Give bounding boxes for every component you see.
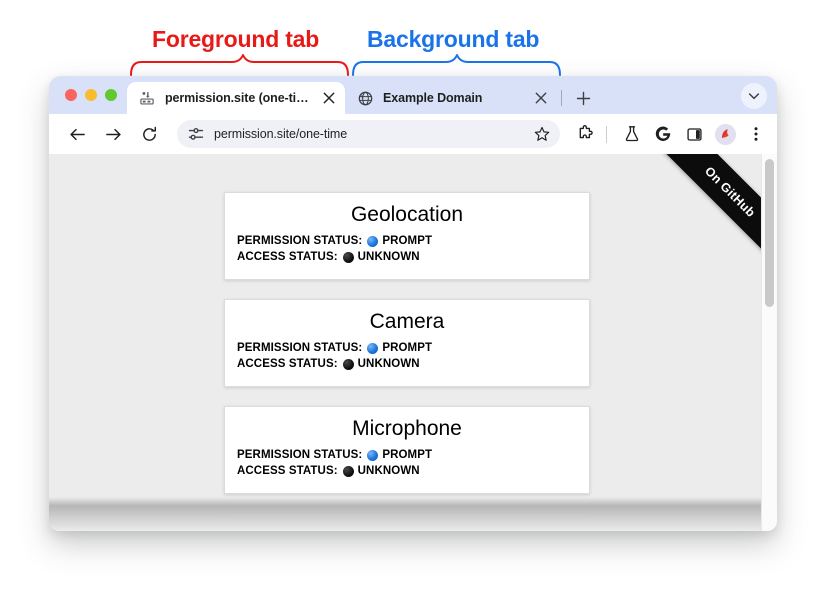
forward-button[interactable] bbox=[99, 120, 127, 148]
tab-title: Example Domain bbox=[383, 91, 483, 105]
minimize-window-button[interactable] bbox=[85, 89, 97, 101]
puzzle-icon[interactable] bbox=[573, 121, 599, 147]
avatar bbox=[714, 123, 736, 145]
access-status-row: ACCESS STATUS: UNKNOWN bbox=[225, 358, 589, 370]
permission-status-label: PERMISSION STATUS: bbox=[237, 235, 363, 247]
browser-toolbar: permission.site/one-time bbox=[49, 114, 777, 154]
tab-search-button[interactable] bbox=[741, 83, 767, 109]
three-dot-menu-icon[interactable] bbox=[743, 121, 769, 147]
tab-title: permission.site (one-time) bbox=[165, 91, 315, 105]
maximize-window-button[interactable] bbox=[105, 89, 117, 101]
access-status-row: ACCESS STATUS: UNKNOWN bbox=[225, 251, 589, 263]
page-scrollbar[interactable] bbox=[761, 154, 777, 531]
background-tab-brace bbox=[352, 54, 561, 76]
page-viewport: On GitHub Geolocation PERMISSION STATUS:… bbox=[49, 154, 777, 531]
page-scrollbar-thumb[interactable] bbox=[765, 159, 774, 307]
tab-example-domain[interactable]: Example Domain bbox=[345, 82, 557, 114]
permission-status-value: PROMPT bbox=[382, 449, 433, 461]
google-g-icon[interactable] bbox=[650, 121, 676, 147]
access-status-value: UNKNOWN bbox=[357, 358, 420, 370]
access-status-label: ACCESS STATUS: bbox=[237, 465, 338, 477]
globe-icon bbox=[357, 90, 374, 107]
foreground-tab-brace bbox=[130, 54, 349, 76]
close-window-button[interactable] bbox=[65, 89, 77, 101]
permission-status-row: PERMISSION STATUS: PROMPT bbox=[225, 449, 589, 461]
permission-status-dot bbox=[367, 449, 379, 461]
permission-status-row: PERMISSION STATUS: PROMPT bbox=[225, 235, 589, 247]
new-tab-button[interactable] bbox=[570, 85, 596, 111]
access-status-label: ACCESS STATUS: bbox=[237, 251, 338, 263]
access-status-value: UNKNOWN bbox=[357, 251, 420, 263]
tune-icon[interactable] bbox=[187, 125, 205, 143]
permission-cards-area: On GitHub Geolocation PERMISSION STATUS:… bbox=[49, 154, 761, 531]
permission-status-dot bbox=[367, 342, 379, 354]
foreground-tab-annotation-label: Foreground tab bbox=[152, 26, 320, 52]
viewport-bottom-fade bbox=[49, 497, 761, 531]
access-status-row: ACCESS STATUS: UNKNOWN bbox=[225, 465, 589, 477]
permission-status-dot bbox=[367, 235, 379, 247]
close-tab-button[interactable] bbox=[531, 88, 551, 108]
close-tab-button[interactable] bbox=[319, 88, 339, 108]
on-github-ribbon-label: On GitHub bbox=[701, 163, 758, 220]
star-icon[interactable] bbox=[530, 122, 554, 146]
access-status-dot bbox=[342, 465, 354, 477]
profile-avatar-icon[interactable] bbox=[712, 121, 738, 147]
permission-status-value: PROMPT bbox=[382, 342, 433, 354]
on-github-ribbon[interactable]: On GitHub bbox=[654, 154, 761, 268]
tab-divider bbox=[561, 90, 562, 106]
card-title: Microphone bbox=[352, 417, 462, 440]
access-status-value: UNKNOWN bbox=[357, 465, 420, 477]
permission-card-geolocation: Geolocation PERMISSION STATUS: PROMPT AC… bbox=[224, 192, 590, 280]
flask-icon[interactable] bbox=[619, 121, 645, 147]
permission-card-microphone: Microphone PERMISSION STATUS: PROMPT ACC… bbox=[224, 406, 590, 494]
window-controls bbox=[49, 76, 127, 114]
tab-permission-site[interactable]: permission.site (one-time) bbox=[127, 82, 345, 114]
permission-status-value: PROMPT bbox=[382, 235, 433, 247]
back-button[interactable] bbox=[63, 120, 91, 148]
permission-status-label: PERMISSION STATUS: bbox=[237, 342, 363, 354]
reload-button[interactable] bbox=[135, 120, 163, 148]
permission-status-label: PERMISSION STATUS: bbox=[237, 449, 363, 461]
permission-card-camera: Camera PERMISSION STATUS: PROMPT ACCESS … bbox=[224, 299, 590, 387]
background-tab-annotation-label: Background tab bbox=[367, 26, 540, 52]
card-title: Geolocation bbox=[350, 203, 464, 226]
permission-site-favicon bbox=[139, 90, 156, 107]
address-bar[interactable]: permission.site/one-time bbox=[177, 120, 560, 148]
access-status-dot bbox=[342, 358, 354, 370]
tab-strip: permission.site (one-time) Example Domai… bbox=[49, 76, 777, 114]
toolbar-divider bbox=[606, 125, 607, 143]
card-title: Camera bbox=[369, 310, 445, 333]
permission-status-row: PERMISSION STATUS: PROMPT bbox=[225, 342, 589, 354]
side-panel-icon[interactable] bbox=[681, 121, 707, 147]
url-text[interactable]: permission.site/one-time bbox=[214, 127, 530, 141]
browser-window: permission.site (one-time) Example Domai… bbox=[49, 76, 777, 531]
access-status-dot bbox=[342, 251, 354, 263]
access-status-label: ACCESS STATUS: bbox=[237, 358, 338, 370]
